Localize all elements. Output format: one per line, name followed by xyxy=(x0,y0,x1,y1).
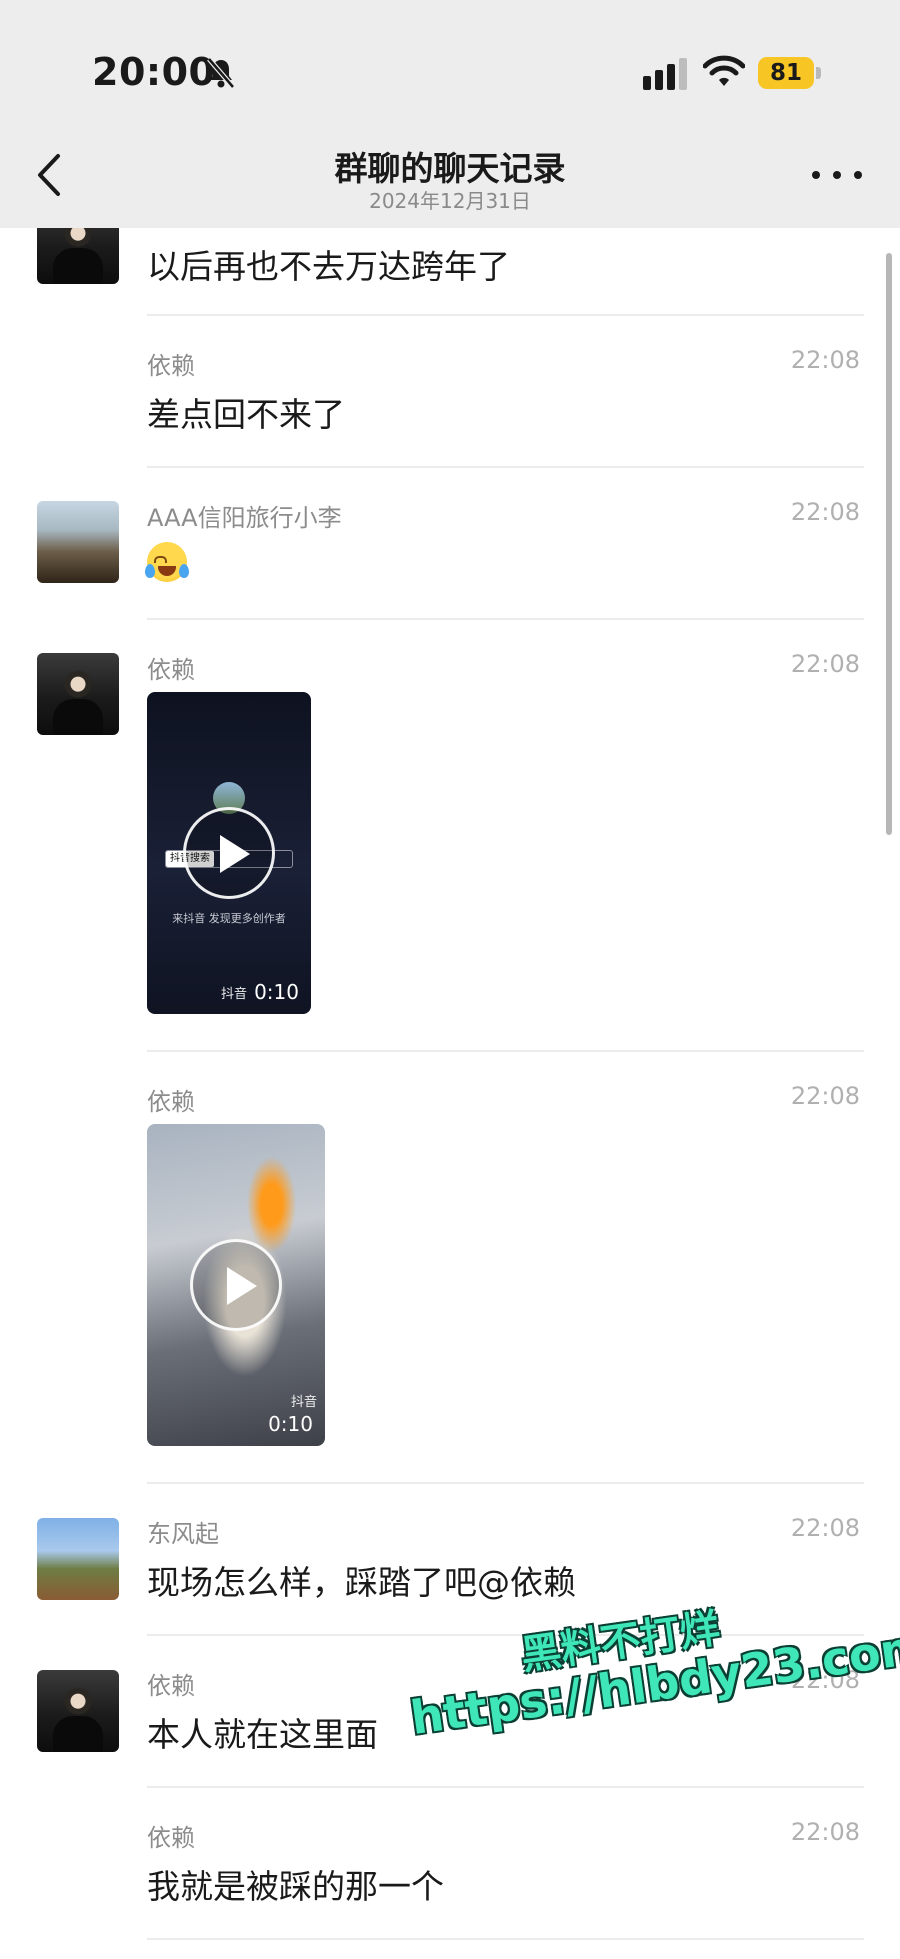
sender-name: 依赖 xyxy=(147,1824,195,1852)
message-text: 以后再也不去万达跨年了 xyxy=(147,247,510,286)
message-text: 现场怎么样，踩踏了吧@依赖 xyxy=(147,1563,576,1602)
avatar[interactable] xyxy=(37,228,119,284)
divider xyxy=(147,314,864,316)
video-message[interactable]: 抖音搜索 来抖音 发现更多创作者 抖音 0:10 xyxy=(147,692,311,1014)
battery-level: 81 xyxy=(758,57,814,89)
video-brand-label: 抖音 xyxy=(221,987,248,1002)
message-text: 我就是被踩的那一个 xyxy=(147,1867,444,1906)
message-time: 22:08 xyxy=(790,498,860,526)
message-time: 22:08 xyxy=(790,346,860,374)
crying-face-emoji-icon xyxy=(145,542,189,582)
sender-name: 依赖 xyxy=(147,656,195,684)
play-icon[interactable] xyxy=(183,807,275,899)
video-duration: 0:10 xyxy=(268,1412,313,1436)
divider xyxy=(147,466,864,468)
sender-name: 依赖 xyxy=(147,1672,195,1700)
video-brand-label: 抖音 xyxy=(290,1395,317,1410)
message-time: 22:08 xyxy=(790,1514,860,1542)
bell-muted-icon xyxy=(207,57,235,89)
divider xyxy=(147,1786,864,1788)
avatar[interactable] xyxy=(37,1518,119,1600)
scrollbar[interactable] xyxy=(886,253,892,835)
battery-indicator: 81 xyxy=(758,57,821,89)
divider xyxy=(147,1938,864,1940)
page-subtitle-date: 2024年12月31日 xyxy=(369,189,531,213)
message-time: 22:08 xyxy=(790,1818,860,1846)
divider xyxy=(147,1634,864,1636)
top-bar: 20:00 81 群聊的聊天记录 2024年12月31日 xyxy=(0,0,900,228)
video-message[interactable]: 抖音 0:10 xyxy=(147,1124,325,1446)
play-icon[interactable] xyxy=(190,1239,282,1331)
wifi-icon xyxy=(703,55,745,86)
avatar[interactable] xyxy=(37,653,119,735)
battery-cap xyxy=(816,67,821,79)
video-duration: 0:10 xyxy=(254,980,299,1004)
divider xyxy=(147,1050,864,1052)
sender-name: 东风起 xyxy=(147,1520,219,1548)
sender-name: 依赖 xyxy=(147,352,195,380)
avatar[interactable] xyxy=(37,1670,119,1752)
divider xyxy=(147,1482,864,1484)
message-text: 本人就在这里面 xyxy=(147,1715,378,1754)
status-time: 20:00 xyxy=(92,50,216,94)
sender-name: 依赖 xyxy=(147,1088,195,1116)
message-text: 差点回不来了 xyxy=(147,395,345,434)
message-time: 22:08 xyxy=(790,650,860,678)
sender-name: AAA信阳旅行小李 xyxy=(147,504,342,532)
avatar[interactable] xyxy=(37,501,119,583)
more-options-icon[interactable] xyxy=(812,160,862,190)
video-caption: 来抖音 发现更多创作者 xyxy=(172,912,286,925)
message-time: 22:08 xyxy=(790,1082,860,1110)
page-title: 群聊的聊天记录 xyxy=(334,149,566,188)
divider xyxy=(147,618,864,620)
cellular-signal-icon xyxy=(643,58,687,90)
